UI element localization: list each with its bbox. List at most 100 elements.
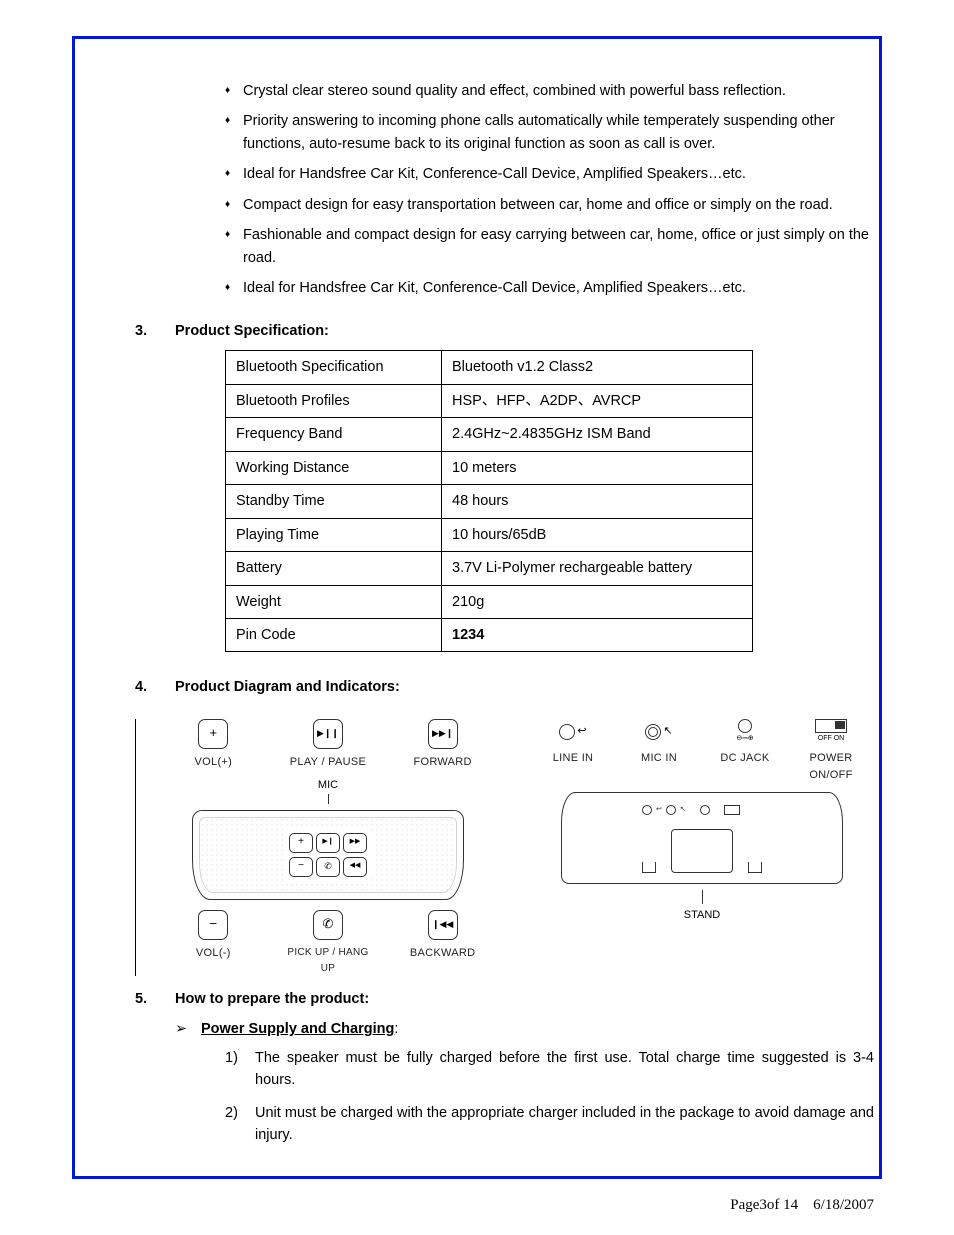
spec-label: Working Distance bbox=[226, 451, 442, 484]
play-pause-icon: ▶❙ bbox=[316, 833, 340, 853]
jack-icon bbox=[559, 724, 575, 740]
table-row: Standby Time48 hours bbox=[226, 485, 753, 518]
tiny-dc-icon bbox=[700, 805, 710, 815]
spec-value: 3.7V Li-Polymer rechargeable battery bbox=[442, 552, 753, 585]
feature-text: Compact design for easy transportation b… bbox=[243, 197, 833, 213]
front-bottom-row: − VOL(-) ✆ PICK UP / HANG UP ❙◀◀ BACKWAR… bbox=[156, 910, 500, 976]
power-switch: OFF ON POWER ON/OFF bbox=[796, 719, 866, 784]
page-number: Page3of 14 bbox=[730, 1197, 798, 1213]
feature-text: Fashionable and compact design for easy … bbox=[243, 227, 869, 265]
plus-icon: + bbox=[198, 719, 228, 749]
ports-row: ↩ LINE IN ↖ MIC IN ⊖⎓⊕ DC JACK OFF ON PO… bbox=[530, 719, 874, 784]
minus-icon: − bbox=[198, 910, 228, 940]
tiny-switch-icon bbox=[724, 805, 740, 815]
section-title: Product Diagram and Indicators: bbox=[175, 676, 400, 698]
front-top-row: + VOL(+) ▶❙❙ PLAY / PAUSE ▶▶❙ FORWARD bbox=[156, 719, 500, 771]
page-footer: Page3of 14 6/18/2007 bbox=[730, 1194, 874, 1217]
spec-label: Playing Time bbox=[226, 518, 442, 551]
feature-text: Ideal for Handsfree Car Kit, Conference-… bbox=[243, 166, 746, 182]
mic-label: MIC bbox=[156, 777, 500, 794]
tiny-arrow-icon: ↩ bbox=[656, 805, 662, 816]
feature-item: Priority answering to incoming phone cal… bbox=[225, 110, 874, 155]
table-row: Playing Time10 hours/65dB bbox=[226, 518, 753, 551]
line-in-port: ↩ LINE IN bbox=[538, 719, 608, 784]
front-diagram: + VOL(+) ▶❙❙ PLAY / PAUSE ▶▶❙ FORWARD MI… bbox=[135, 719, 500, 976]
feature-item: Ideal for Handsfree Car Kit, Conference-… bbox=[225, 163, 874, 185]
item-number: 1) bbox=[225, 1047, 255, 1092]
page: Crystal clear stereo sound quality and e… bbox=[0, 0, 954, 1235]
spec-value: 10 meters bbox=[442, 451, 753, 484]
tiny-jack-icon bbox=[642, 805, 652, 815]
vol-minus-button: − VOL(-) bbox=[168, 910, 258, 976]
phone-icon: ✆ bbox=[313, 910, 343, 940]
line-in-label: LINE IN bbox=[538, 750, 608, 767]
forward-icon: ▶▶ bbox=[343, 833, 367, 853]
table-row: Bluetooth SpecificationBluetooth v1.2 Cl… bbox=[226, 351, 753, 384]
forward-button: ▶▶❙ FORWARD bbox=[398, 719, 488, 771]
mic-pointer bbox=[328, 794, 329, 804]
backward-button: ❙◀◀ BACKWARD bbox=[398, 910, 488, 976]
prep-item: 1)The speaker must be fully charged befo… bbox=[225, 1047, 874, 1092]
mic-in-label: MIC IN bbox=[624, 750, 694, 767]
section-title: Product Specification: bbox=[175, 320, 329, 342]
section-number: 5. bbox=[135, 988, 175, 1010]
feature-item: Crystal clear stereo sound quality and e… bbox=[225, 80, 874, 102]
minus-icon: − bbox=[289, 857, 313, 877]
feature-list: Crystal clear stereo sound quality and e… bbox=[225, 80, 874, 300]
section-5-heading: 5. How to prepare the product: bbox=[135, 988, 874, 1010]
forward-icon: ▶▶❙ bbox=[428, 719, 458, 749]
spec-label: Frequency Band bbox=[226, 418, 442, 451]
jack-icon bbox=[645, 724, 661, 740]
section-3-heading: 3. Product Specification: bbox=[135, 320, 874, 342]
table-row: Pin Code1234 bbox=[226, 618, 753, 651]
rear-strip: ↩ ↖ bbox=[642, 803, 812, 817]
spec-value: 210g bbox=[442, 585, 753, 618]
section-title: How to prepare the product: bbox=[175, 988, 369, 1010]
tiny-jack-icon bbox=[666, 805, 676, 815]
section-number: 3. bbox=[135, 320, 175, 342]
subsection-label: Power Supply and Charging bbox=[201, 1021, 394, 1037]
pickup-button: ✆ PICK UP / HANG UP bbox=[283, 910, 373, 976]
vol-plus-button: + VOL(+) bbox=[168, 719, 258, 771]
off-on-label: OFF ON bbox=[818, 734, 844, 745]
stand-outline bbox=[671, 829, 733, 873]
switch-icon bbox=[815, 719, 847, 733]
spec-value: Bluetooth v1.2 Class2 bbox=[442, 351, 753, 384]
phone-icon: ✆ bbox=[316, 857, 340, 877]
play-pause-button: ▶❙❙ PLAY / PAUSE bbox=[283, 719, 373, 771]
dc-jack-port: ⊖⎓⊕ DC JACK bbox=[710, 719, 780, 784]
spec-value: 1234 bbox=[442, 618, 753, 651]
spec-label: Bluetooth Profiles bbox=[226, 384, 442, 417]
plus-icon: + bbox=[289, 833, 313, 853]
table-row: Bluetooth ProfilesHSP、HFP、A2DP、AVRCP bbox=[226, 384, 753, 417]
device-front-body: + ▶❙ ▶▶ − ✆ ◀◀ bbox=[192, 810, 464, 900]
backward-icon: ◀◀ bbox=[343, 857, 367, 877]
item-text: Unit must be charged with the appropriat… bbox=[255, 1102, 874, 1147]
prep-item: 2)Unit must be charged with the appropri… bbox=[225, 1102, 874, 1147]
subsection-power: ➢ Power Supply and Charging: bbox=[175, 1018, 874, 1040]
table-row: Frequency Band2.4GHz~2.4835GHz ISM Band bbox=[226, 418, 753, 451]
dc-jack-icon bbox=[738, 719, 752, 733]
table-row: Battery3.7V Li-Polymer rechargeable batt… bbox=[226, 552, 753, 585]
diagram-row: + VOL(+) ▶❙❙ PLAY / PAUSE ▶▶❙ FORWARD MI… bbox=[135, 719, 874, 976]
arrow-in-icon: ↩ bbox=[577, 723, 586, 740]
mic-in-port: ↖ MIC IN bbox=[624, 719, 694, 784]
spec-label: Standby Time bbox=[226, 485, 442, 518]
spec-value: HSP、HFP、A2DP、AVRCP bbox=[442, 384, 753, 417]
vol-minus-label: VOL(-) bbox=[168, 945, 258, 962]
item-number: 2) bbox=[225, 1102, 255, 1147]
dc-symbol-icon: ⊖⎓⊕ bbox=[736, 734, 753, 745]
item-text: The speaker must be fully charged before… bbox=[255, 1047, 874, 1092]
spec-label: Bluetooth Specification bbox=[226, 351, 442, 384]
feature-item: Fashionable and compact design for easy … bbox=[225, 224, 874, 269]
power-label: POWER ON/OFF bbox=[796, 750, 866, 784]
section-number: 4. bbox=[135, 676, 175, 698]
feature-item: Ideal for Handsfree Car Kit, Conference-… bbox=[225, 277, 874, 299]
device-buttons: + ▶❙ ▶▶ − ✆ ◀◀ bbox=[283, 829, 373, 881]
dc-jack-label: DC JACK bbox=[710, 750, 780, 767]
pickup-label: PICK UP / HANG UP bbox=[283, 945, 373, 976]
section-4-heading: 4. Product Diagram and Indicators: bbox=[135, 676, 874, 698]
spec-value: 48 hours bbox=[442, 485, 753, 518]
feature-item: Compact design for easy transportation b… bbox=[225, 194, 874, 216]
mic-arrow-icon: ↖ bbox=[663, 723, 672, 740]
